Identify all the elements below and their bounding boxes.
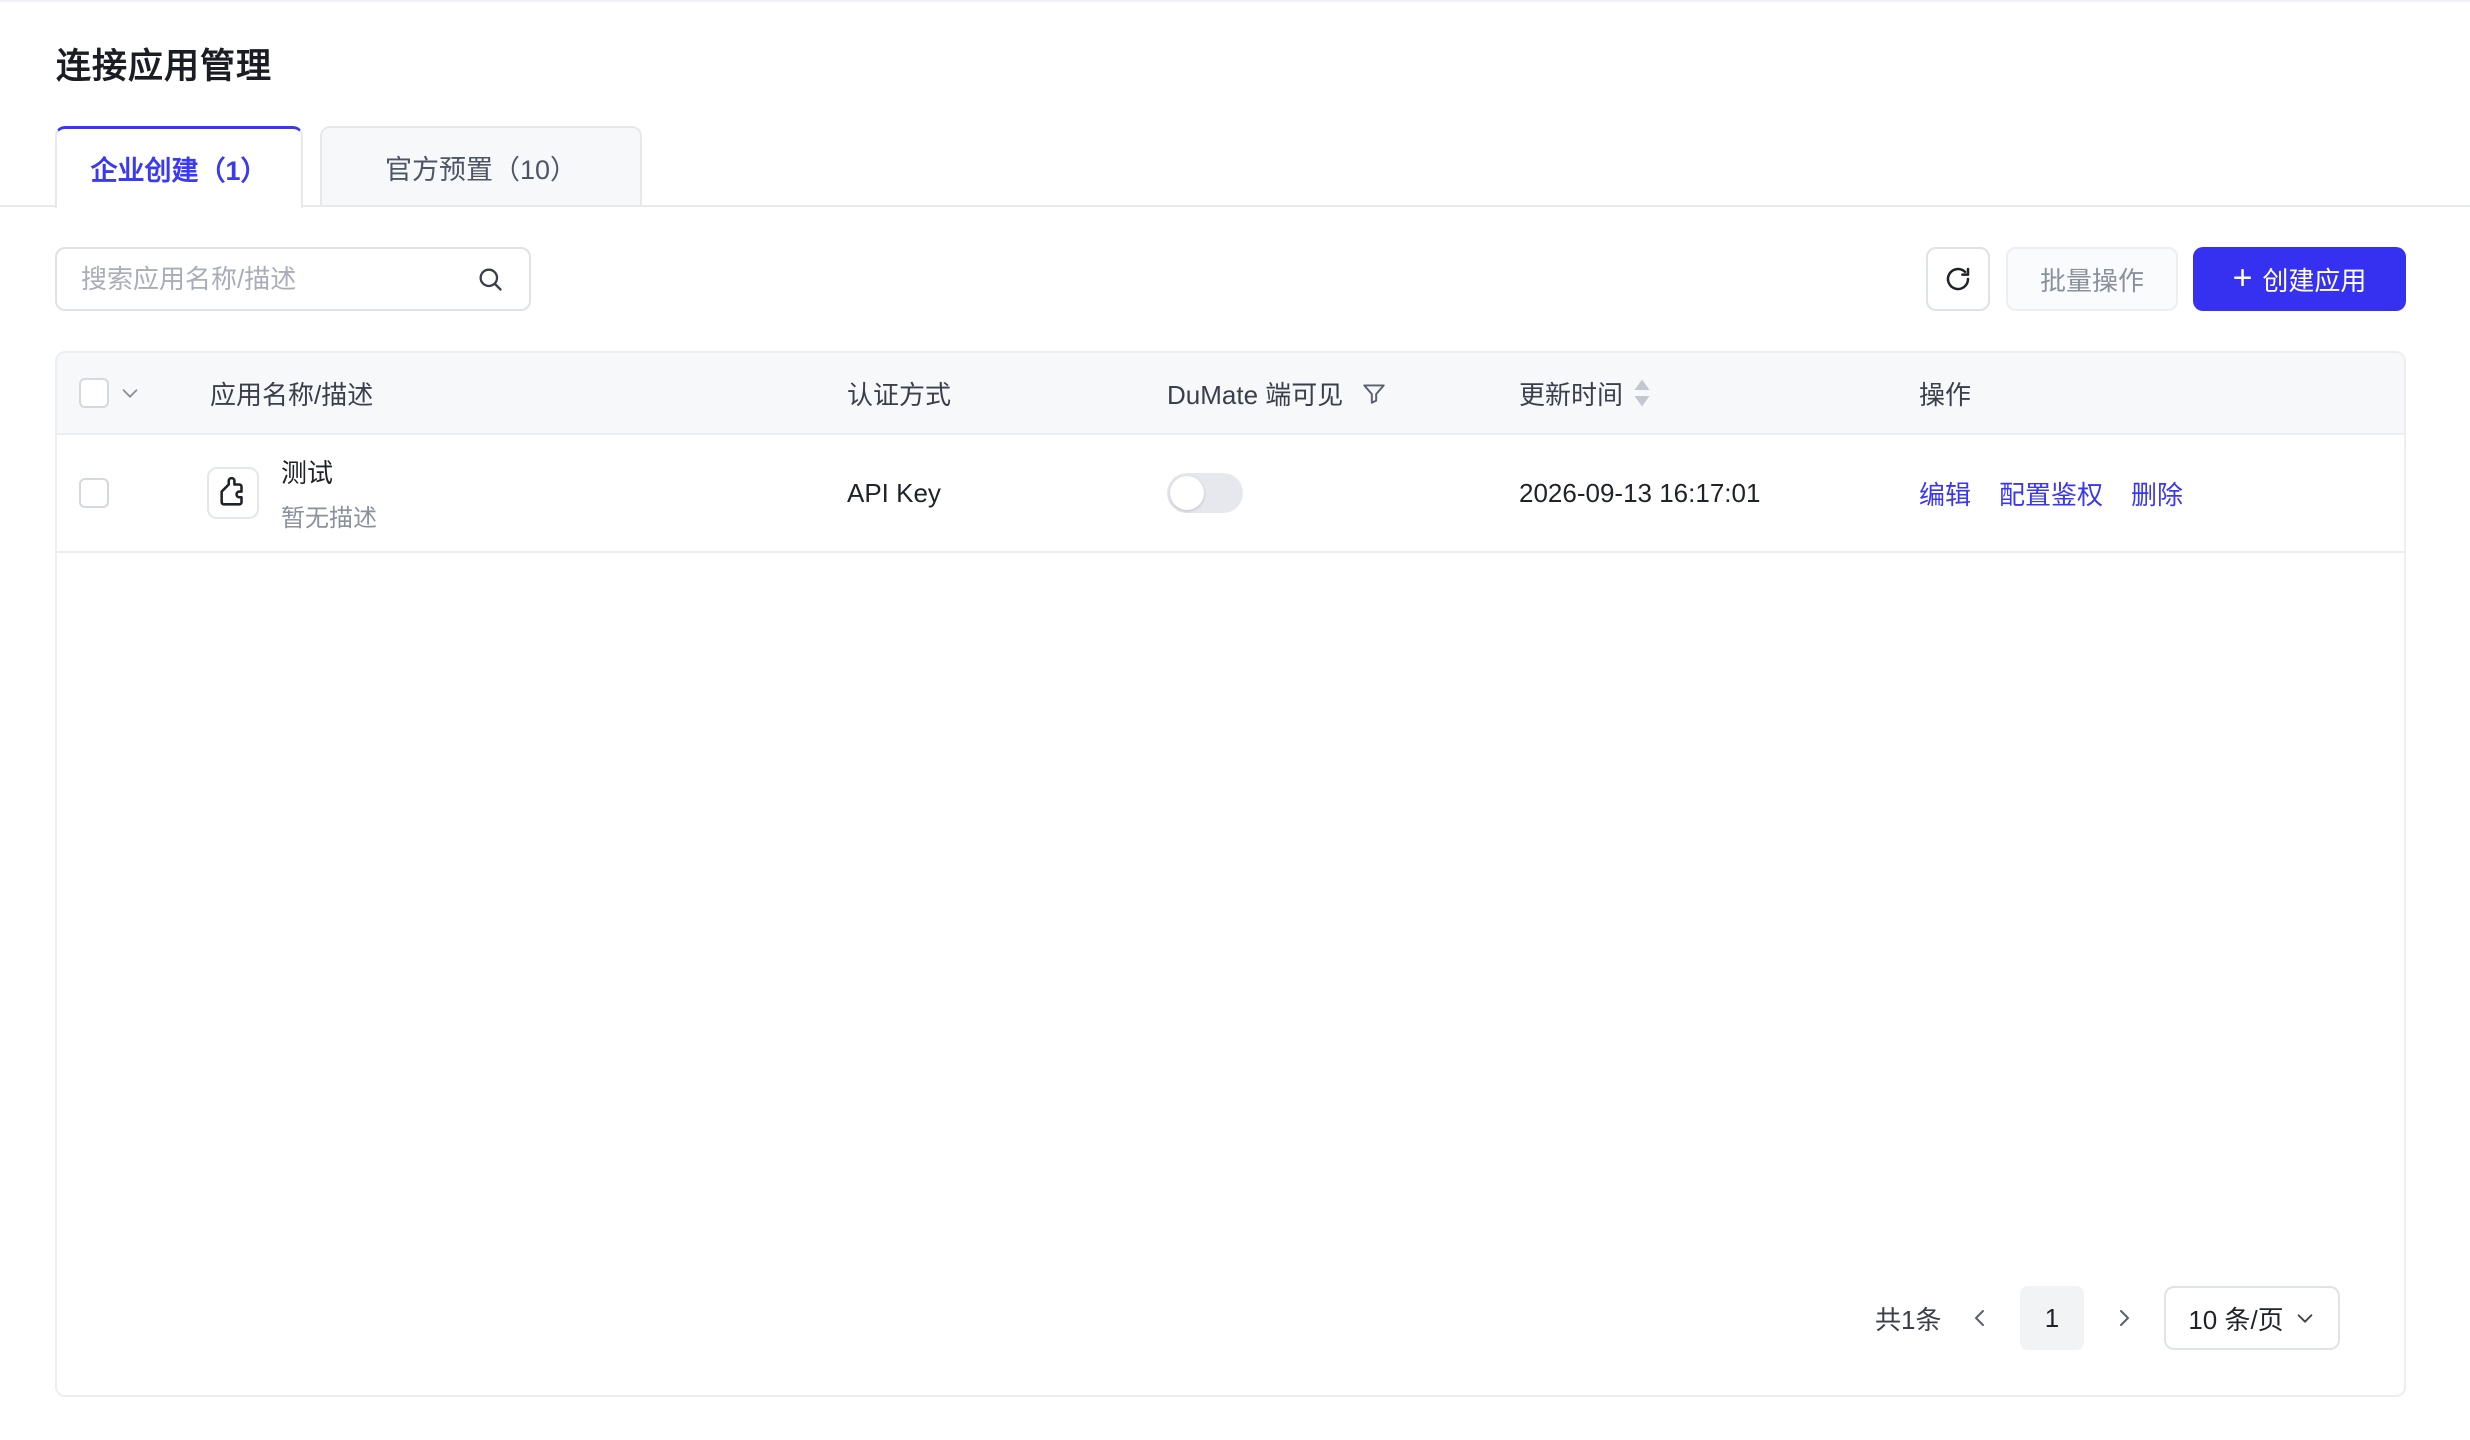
column-header-auth: 认证方式 bbox=[847, 379, 952, 410]
edit-link[interactable]: 编辑 bbox=[1919, 475, 1971, 512]
next-page-button[interactable] bbox=[2104, 1286, 2144, 1350]
configure-auth-link[interactable]: 配置鉴权 bbox=[1999, 475, 2103, 512]
chevron-left-icon bbox=[1968, 1306, 1992, 1330]
row-checkbox[interactable] bbox=[79, 478, 109, 508]
filter-icon[interactable] bbox=[1361, 380, 1387, 406]
page-size-label: 10 条/页 bbox=[2188, 1304, 2284, 1335]
app-name: 测试 bbox=[281, 458, 334, 488]
top-divider bbox=[0, 0, 2470, 2]
table-row: 测试 暂无描述 API Key 2026-09-13 16:17:01 编辑 配… bbox=[57, 435, 2404, 553]
refresh-button[interactable] bbox=[1926, 247, 1990, 311]
app-name-cell: 测试 暂无描述 bbox=[207, 435, 377, 551]
table-header: 应用名称/描述 认证方式 DuMate 端可见 更新时间 操作 bbox=[57, 353, 2404, 435]
select-all-control bbox=[79, 353, 141, 433]
chevron-right-icon bbox=[2112, 1306, 2136, 1330]
chevron-down-icon[interactable] bbox=[119, 382, 141, 404]
chevron-down-icon bbox=[2294, 1307, 2316, 1329]
plugin-icon bbox=[207, 467, 259, 519]
dumate-visible-toggle[interactable] bbox=[1167, 473, 1243, 513]
auth-method: API Key bbox=[847, 477, 941, 508]
tab-enterprise-created[interactable]: 企业创建（1） bbox=[55, 126, 303, 208]
refresh-icon bbox=[1943, 264, 1973, 294]
toggle-knob bbox=[1170, 476, 1204, 510]
pagination: 共1条 1 10 条/页 bbox=[1870, 1286, 2350, 1350]
page-size-select[interactable]: 10 条/页 bbox=[2164, 1286, 2340, 1350]
prev-page-button[interactable] bbox=[1960, 1286, 2000, 1350]
column-header-dumate-label: DuMate 端可见 bbox=[1167, 379, 1344, 410]
delete-link[interactable]: 删除 bbox=[2131, 475, 2183, 512]
app-description: 暂无描述 bbox=[281, 505, 377, 532]
select-all-checkbox[interactable] bbox=[79, 378, 109, 408]
column-header-name: 应用名称/描述 bbox=[210, 379, 374, 410]
batch-operation-button[interactable]: 批量操作 bbox=[2006, 247, 2178, 311]
search-input[interactable] bbox=[81, 263, 475, 295]
pagination-total: 共1条 bbox=[1875, 1304, 1942, 1335]
create-app-button[interactable]: + 创建应用 bbox=[2193, 247, 2406, 311]
search-icon[interactable] bbox=[475, 264, 505, 294]
create-app-label: 创建应用 bbox=[2262, 265, 2367, 296]
plus-icon: + bbox=[2232, 258, 2253, 297]
column-header-actions: 操作 bbox=[1919, 379, 1972, 410]
apps-table: 应用名称/描述 认证方式 DuMate 端可见 更新时间 操作 测试 暂无描述 … bbox=[55, 351, 2406, 1397]
tab-official-preset[interactable]: 官方预置（10） bbox=[320, 126, 642, 206]
column-header-dumate-visible: DuMate 端可见 bbox=[1167, 353, 1387, 433]
dumate-visible-cell bbox=[1167, 435, 1243, 551]
sort-icon[interactable] bbox=[1633, 378, 1651, 408]
tabs-divider bbox=[0, 205, 2470, 207]
row-checkbox-cell bbox=[79, 435, 109, 551]
column-header-updated-label: 更新时间 bbox=[1519, 379, 1624, 410]
updated-time: 2026-09-13 16:17:01 bbox=[1519, 477, 1761, 508]
actions-cell: 编辑 配置鉴权 删除 bbox=[1919, 435, 2211, 551]
search-box bbox=[55, 247, 531, 311]
page-number-current[interactable]: 1 bbox=[2020, 1286, 2084, 1350]
page-title: 连接应用管理 bbox=[56, 47, 273, 86]
column-header-updated: 更新时间 bbox=[1519, 353, 1651, 433]
